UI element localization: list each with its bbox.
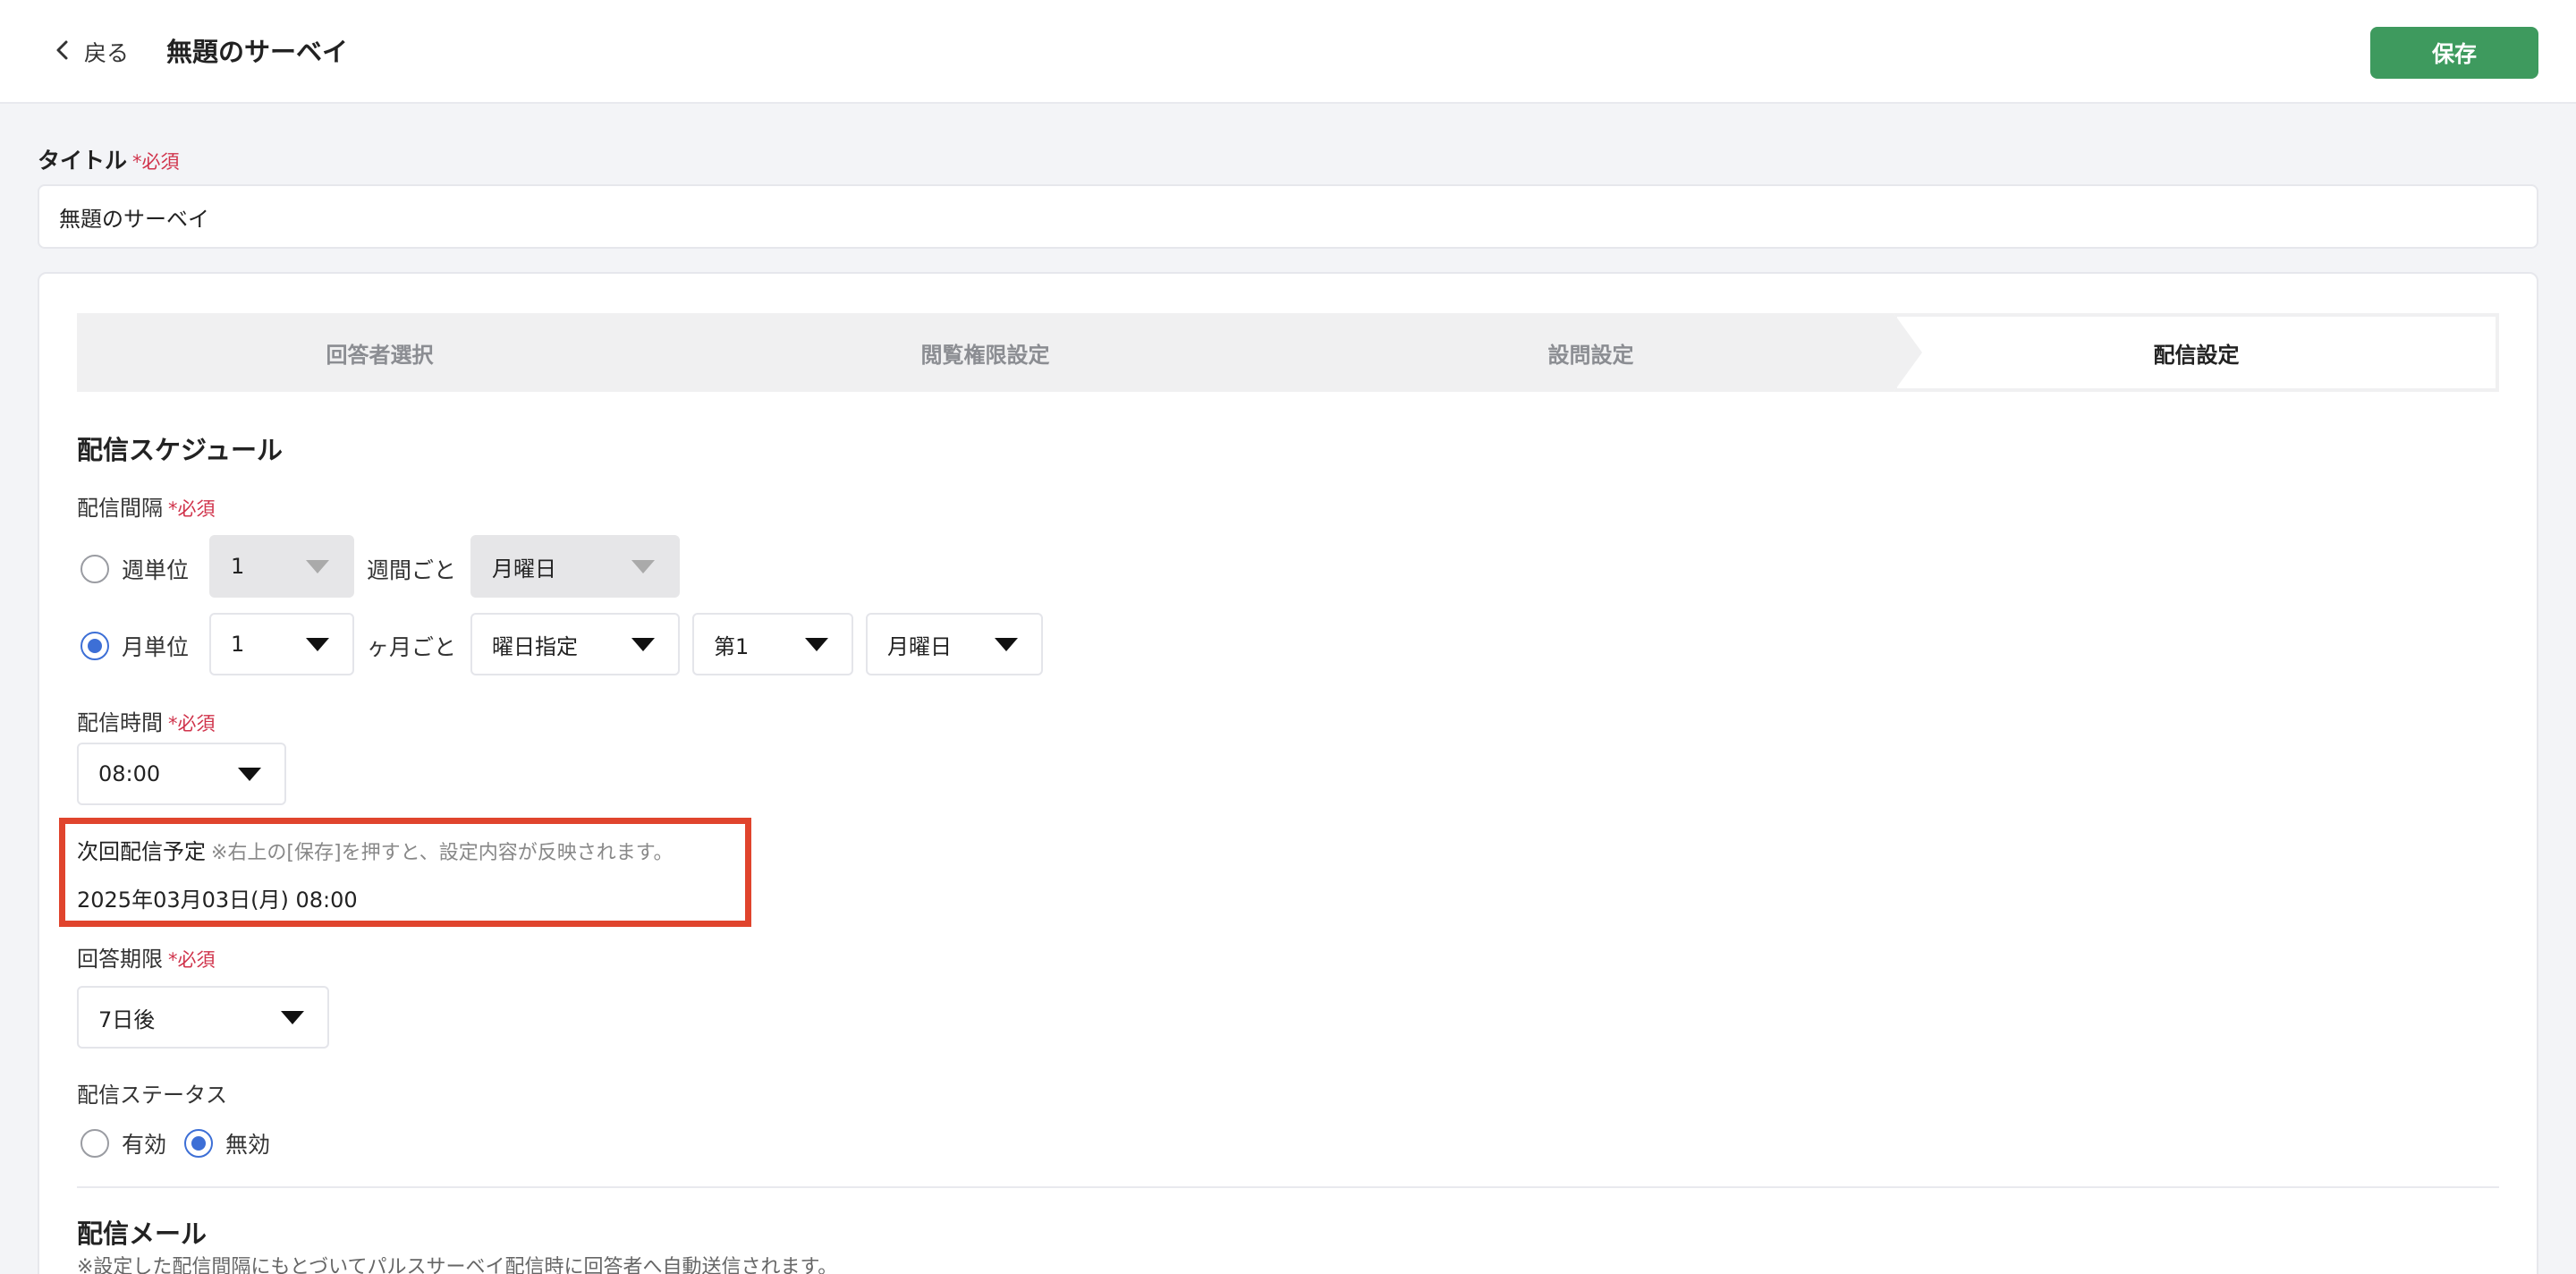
required-mark: *必須 (168, 949, 216, 971)
next-delivery-value: 2025年03月03日(月) 08:00 (77, 888, 358, 913)
interval-label: 配信間隔 *必須 (77, 490, 216, 522)
step-question-settings[interactable]: 設問設定 (1288, 313, 1894, 392)
status-disabled-label: 無効 (225, 1132, 271, 1158)
deadline-label-text: 回答期限 (77, 947, 163, 972)
time-label-text: 配信時間 (77, 710, 163, 735)
status-disabled-radio[interactable] (184, 1129, 213, 1158)
schedule-section-title: 配信スケジュール (77, 435, 283, 465)
next-delivery-label: 次回配信予定 ※右上の[保存]を押すと、設定内容が反映されます。 (77, 834, 674, 865)
settings-card (38, 272, 2538, 1274)
caret-down-icon (306, 638, 329, 651)
back-label: 戻る (84, 40, 130, 66)
weekly-weekday-value: 月曜日 (492, 556, 556, 582)
top-bar: 戻る 無題のサーベイ 保存 (0, 0, 2576, 104)
status-label: 配信ステータス (77, 1083, 227, 1108)
weekly-count-value: 1 (231, 554, 245, 579)
monthly-weekday-value: 月曜日 (887, 633, 952, 659)
monthly-radio-label: 月単位 (122, 634, 190, 660)
monthly-week-number-value: 第1 (714, 633, 750, 659)
mail-section-title: 配信メール (77, 1219, 208, 1249)
monthly-count-value: 1 (231, 632, 245, 657)
caret-down-icon (631, 638, 655, 651)
caret-down-icon (281, 1011, 304, 1024)
caret-down-icon (306, 560, 329, 573)
chevron-left-icon (50, 38, 75, 66)
caret-down-icon (995, 638, 1018, 651)
step-delivery-settings[interactable]: 配信設定 (1894, 313, 2499, 392)
required-mark: *必須 (168, 498, 216, 520)
deadline-label: 回答期限 *必須 (77, 941, 216, 972)
save-button[interactable]: 保存 (2370, 27, 2538, 79)
caret-down-icon (631, 560, 655, 573)
weekly-weekday-select: 月曜日 (470, 535, 680, 598)
weekly-radio[interactable] (80, 555, 109, 583)
title-field-label: タイトル *必須 (38, 143, 180, 175)
title-label-text: タイトル (38, 148, 128, 174)
monthly-radio[interactable] (80, 632, 109, 660)
required-mark: *必須 (168, 713, 216, 735)
step-view-permission[interactable]: 閲覧権限設定 (682, 313, 1288, 392)
weekly-radio-label: 週単位 (122, 557, 190, 583)
page-title: 無題のサーベイ (166, 37, 349, 67)
status-enabled-option[interactable]: 有効 (80, 1127, 166, 1159)
caret-down-icon (238, 768, 261, 781)
interval-label-text: 配信間隔 (77, 496, 163, 521)
monthly-weekday-select[interactable]: 月曜日 (866, 613, 1043, 675)
weekly-unit-text: 週間ごと (367, 557, 457, 583)
weekly-count-select: 1 (209, 535, 354, 598)
weekly-radio-option[interactable]: 週単位 (80, 553, 189, 585)
next-delivery-note: ※右上の[保存]を押すと、設定内容が反映されます。 (211, 842, 674, 864)
status-disabled-option[interactable]: 無効 (184, 1127, 270, 1159)
step-navigation: 回答者選択 閲覧権限設定 設問設定 配信設定 (77, 313, 2499, 392)
deadline-select[interactable]: 7日後 (77, 986, 329, 1049)
section-divider (77, 1186, 2499, 1188)
caret-down-icon (805, 638, 828, 651)
monthly-count-select[interactable]: 1 (209, 613, 354, 675)
monthly-unit-text: ヶ月ごと (367, 634, 457, 660)
time-label: 配信時間 *必須 (77, 705, 216, 736)
mail-section-note: ※設定した配信間隔にもとづいてパルスサーベイ配信時に回答者へ自動送信されます。 (77, 1256, 838, 1274)
monthly-radio-option[interactable]: 月単位 (80, 630, 189, 662)
time-value: 08:00 (98, 761, 161, 786)
step-respondent-selection[interactable]: 回答者選択 (77, 313, 682, 392)
title-input[interactable]: 無題のサーベイ (38, 184, 2538, 249)
deadline-value: 7日後 (98, 1006, 156, 1032)
status-enabled-radio[interactable] (80, 1129, 109, 1158)
time-select[interactable]: 08:00 (77, 743, 286, 805)
monthly-mode-select[interactable]: 曜日指定 (470, 613, 680, 675)
back-button[interactable]: 戻る (50, 32, 129, 72)
monthly-week-number-select[interactable]: 第1 (692, 613, 853, 675)
monthly-mode-value: 曜日指定 (492, 633, 578, 659)
required-mark: *必須 (132, 151, 180, 173)
status-enabled-label: 有効 (122, 1132, 167, 1158)
next-delivery-label-text: 次回配信予定 (77, 839, 206, 864)
